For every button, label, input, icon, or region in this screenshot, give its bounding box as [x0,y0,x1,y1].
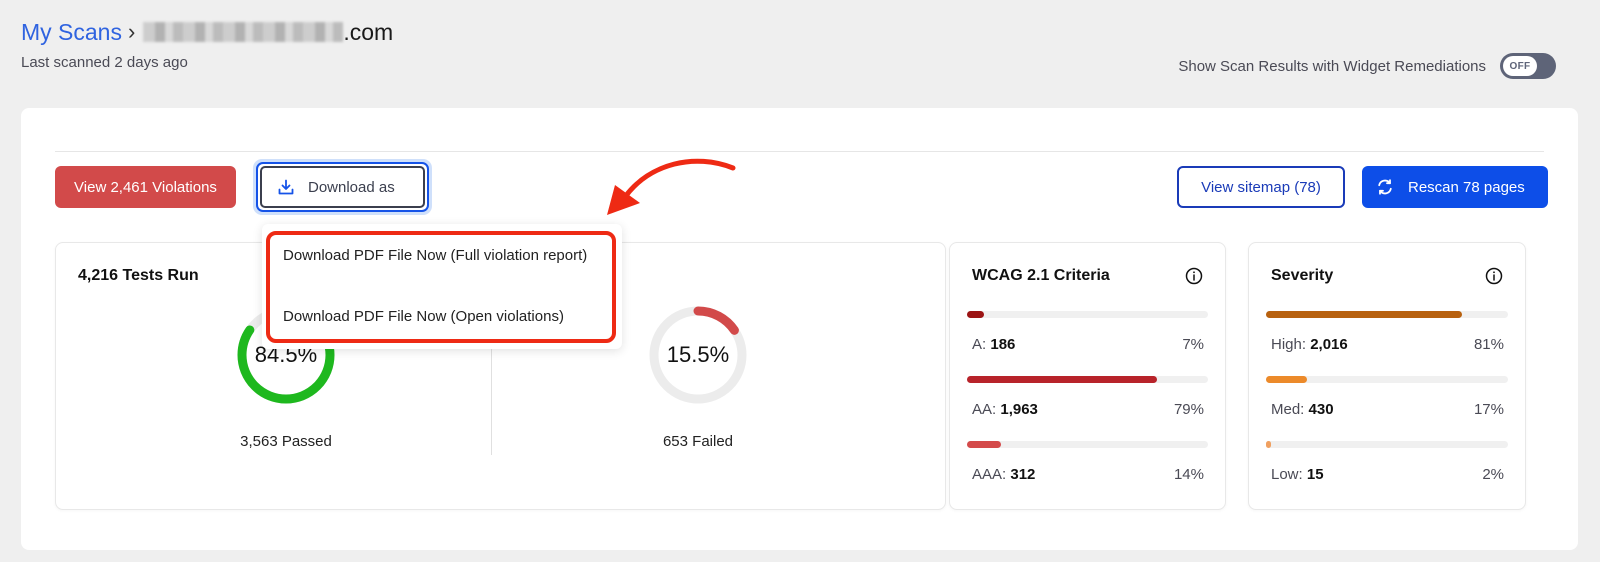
severity-high-count: 2,016 [1310,336,1348,353]
download-as-label: Download as [308,178,395,196]
severity-low-label: Low: [1271,466,1303,483]
download-icon [278,179,294,195]
wcag-a-label: A: [972,336,987,353]
annotation-arrow-icon [607,158,736,215]
download-as-button[interactable]: Download as [260,166,425,208]
wcag-a-percent: 7% [1182,336,1204,353]
severity-title: Severity [1271,267,1334,284]
failed-donut: 15.5% [646,303,750,407]
wcag-aaa-count: 312 [1010,466,1036,483]
wcag-a-track [967,311,1208,318]
failed-percent: 15.5% [666,342,730,367]
severity-high-label: High: [1271,336,1307,353]
severity-med-track [1266,376,1508,383]
severity-low-track [1266,441,1508,448]
severity-card: Severity High: 2,016 81% Med: 430 17% Low:… [1248,242,1526,510]
severity-med-bar [1266,376,1308,383]
wcag-criteria-card: WCAG 2.1 Criteria A: 186 7% AA: 1,963 79% … [949,242,1226,510]
failed-caption: 653 Failed [662,433,734,450]
wcag-aa-track [967,376,1208,383]
breadcrumb: My Scans › .com [21,16,393,48]
wcag-aa-count: 1,963 [1000,401,1038,418]
wcag-row-aa: AA: 1,963 79% [967,376,1208,418]
widget-remediations-toggle[interactable]: OFF [1500,53,1556,79]
wcag-a-count: 186 [990,336,1016,353]
severity-row-high: High: 2,016 81% [1266,311,1508,353]
wcag-aaa-track [967,441,1208,448]
widget-remediations-label: Show Scan Results with Widget Remediatio… [1178,57,1486,75]
scan-summary-panel: View 2,461 Violations Download as View s… [21,108,1578,550]
widget-remediations-toggle-group: Show Scan Results with Widget Remediatio… [1178,53,1556,79]
tests-run-title: 4,216 Tests Run [78,267,199,284]
wcag-aaa-label: AAA: [972,466,1007,483]
severity-low-bar [1266,441,1271,448]
severity-row-med: Med: 430 17% [1266,376,1508,418]
severity-med-percent: 17% [1473,401,1504,418]
severity-low-percent: 2% [1482,466,1504,483]
severity-high-bar [1266,311,1463,318]
passed-caption: 3,563 Passed [240,433,332,450]
severity-row-low: Low: 15 2% [1266,441,1508,483]
panel-divider [55,151,1544,152]
breadcrumb-separator: › [127,19,136,44]
download-open-violations-option[interactable]: Download PDF File Now (Open violations) [283,308,564,325]
refresh-icon [1378,179,1392,195]
wcag-aaa-bar [967,441,1001,448]
redacted-domain [143,22,344,42]
wcag-aa-label: AA: [972,401,997,418]
view-sitemap-button[interactable]: View sitemap (78) [1177,166,1345,208]
severity-low-count: 15 [1306,466,1324,483]
download-dropdown-menu: Download PDF File Now (Full violation re… [262,224,622,349]
wcag-a-bar [967,311,984,318]
wcag-aa-percent: 79% [1173,401,1204,418]
last-scanned-text: Last scanned 2 days ago [21,54,188,71]
page-header: My Scans › .com Last scanned 2 days ago [21,16,393,71]
info-icon[interactable] [1485,267,1503,285]
view-violations-button[interactable]: View 2,461 Violations [55,166,236,208]
severity-med-count: 430 [1308,401,1334,418]
breadcrumb-domain-suffix: .com [343,19,394,45]
breadcrumb-my-scans-link[interactable]: My Scans [21,16,122,48]
wcag-aaa-percent: 14% [1173,466,1204,483]
download-as-focus-ring: Download as [253,159,432,215]
download-full-report-option[interactable]: Download PDF File Now (Full violation re… [283,247,587,264]
info-icon[interactable] [1185,267,1203,285]
wcag-aa-bar [967,376,1158,383]
severity-high-percent: 81% [1473,336,1504,353]
rescan-label: Rescan 78 pages [1408,178,1525,196]
wcag-row-a: A: 186 7% [967,311,1208,353]
severity-med-label: Med: [1271,401,1305,418]
rescan-button[interactable]: Rescan 78 pages [1362,166,1548,208]
wcag-row-aaa: AAA: 312 14% [967,441,1208,483]
severity-high-track [1266,311,1508,318]
wcag-title: WCAG 2.1 Criteria [972,267,1110,284]
toggle-state-label: OFF [1503,56,1537,76]
